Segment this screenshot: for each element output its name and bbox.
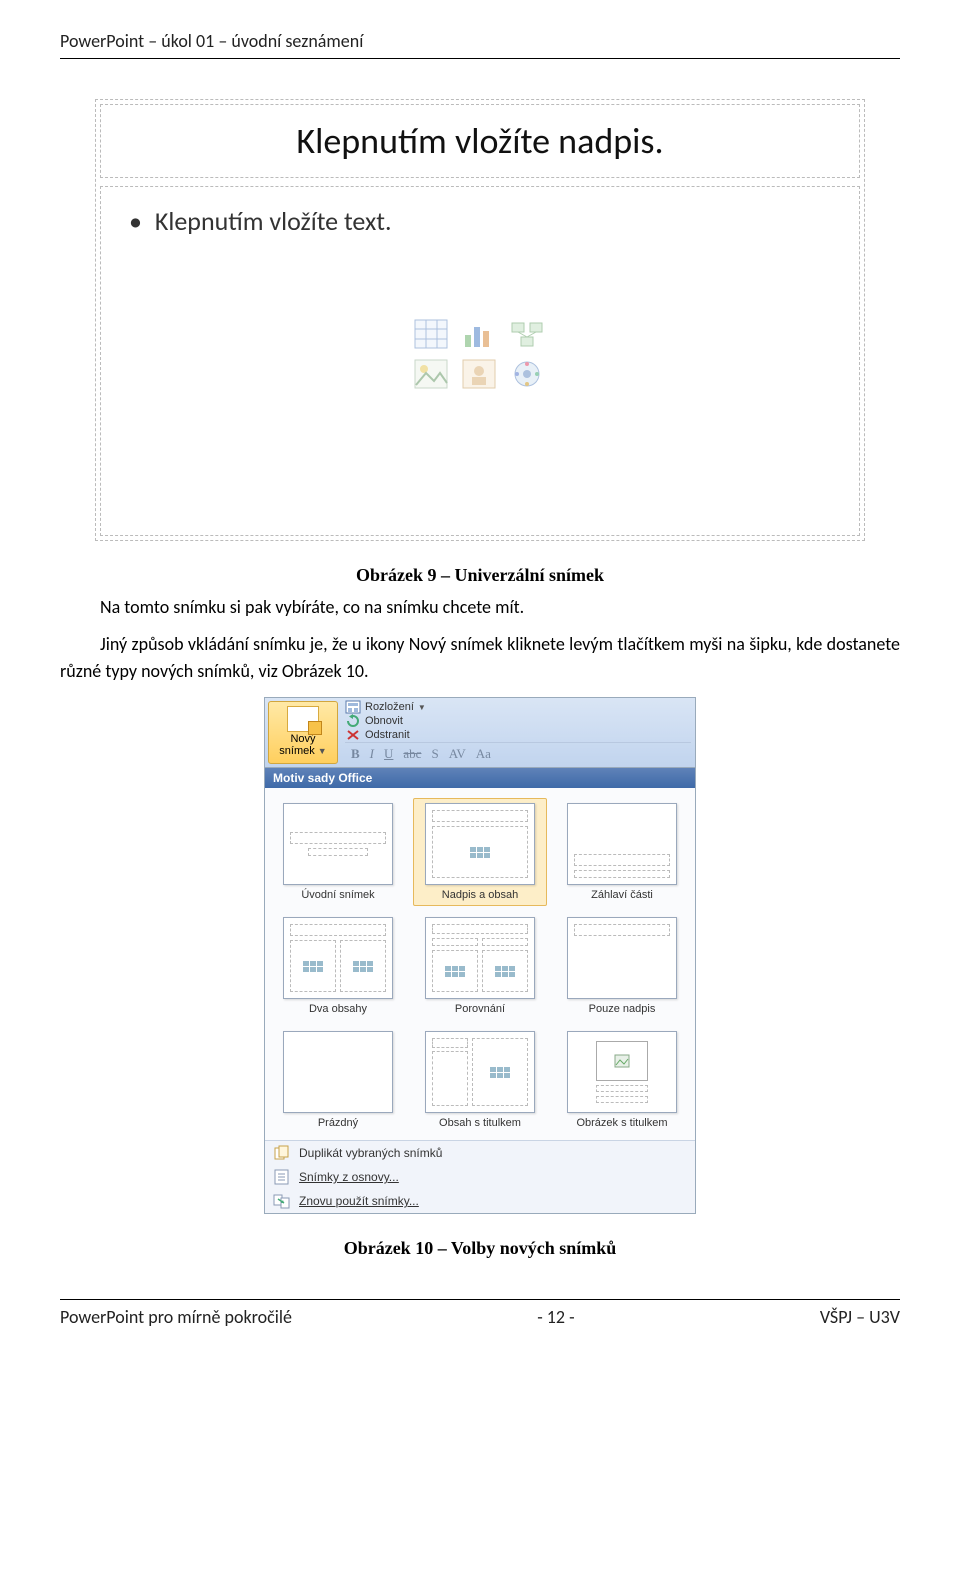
figure-9-slide: Klepnutím vložíte nadpis. • Klepnutím vl… <box>95 99 865 541</box>
italic-button[interactable]: I <box>370 746 374 762</box>
new-slide-icon <box>287 706 319 732</box>
chevron-down-icon: ▼ <box>418 703 426 712</box>
slides-from-outline-label: Snímky z osnovy... <box>299 1170 399 1184</box>
content-placeholder-icons <box>410 317 550 391</box>
page-header: PowerPoint – úkol 01 – úvodní seznámení <box>60 30 900 59</box>
layout-label: Záhlaví části <box>558 889 686 901</box>
insert-smartart-icon[interactable] <box>506 317 548 351</box>
layout-option-title-content[interactable]: Nadpis a obsah <box>413 798 547 906</box>
layout-option-comparison[interactable]: Porovnání <box>413 912 547 1020</box>
reuse-slides-menuitem[interactable]: Znovu použít snímky... <box>265 1189 695 1213</box>
layout-option-title-only[interactable]: Pouze nadpis <box>555 912 689 1020</box>
duplicate-slides-label: Duplikát vybraných snímků <box>299 1146 442 1160</box>
insert-table-icon[interactable] <box>410 317 452 351</box>
reset-icon <box>345 714 361 728</box>
delete-button-label: Odstranit <box>365 729 410 741</box>
layout-option-picture-caption[interactable]: Obrázek s titulkem <box>555 1026 689 1134</box>
layout-option-two-content[interactable]: Dva obsahy <box>271 912 405 1020</box>
layout-option-blank[interactable]: Prázdný <box>271 1026 405 1134</box>
layout-icon <box>345 700 361 714</box>
layout-label: Porovnání <box>416 1003 544 1015</box>
body-paragraph-2: Jiný způsob vkládání snímku je, že u iko… <box>60 631 900 685</box>
layout-label: Prázdný <box>274 1117 402 1129</box>
layout-label: Pouze nadpis <box>558 1003 686 1015</box>
new-slide-button[interactable]: Nový snímek ▼ <box>268 701 338 764</box>
slide-title-placeholder[interactable]: Klepnutím vložíte nadpis. <box>100 104 860 178</box>
layout-option-title-slide[interactable]: Úvodní snímek <box>271 798 405 906</box>
figure-10-gallery: Nový snímek ▼ Rozložení ▼ Obnovit <box>264 697 696 1214</box>
duplicate-slides-menuitem[interactable]: Duplikát vybraných snímků <box>265 1141 695 1165</box>
layout-option-content-caption[interactable]: Obsah s titulkem <box>413 1026 547 1134</box>
bold-button[interactable]: B <box>351 746 360 762</box>
new-slide-label-1: Nový <box>275 733 331 745</box>
layout-label: Nadpis a obsah <box>416 889 544 901</box>
bullet-icon: • <box>129 205 139 237</box>
change-case-button[interactable]: Aa <box>476 746 491 762</box>
gallery-section-header: Motiv sady Office <box>265 768 695 788</box>
underline-button[interactable]: U <box>384 746 393 762</box>
duplicate-icon <box>273 1145 291 1161</box>
layout-label: Obrázek s titulkem <box>558 1117 686 1129</box>
slide-body-placeholder-text: Klepnutím vložíte text. <box>155 205 392 237</box>
slide-body-placeholder[interactable]: • Klepnutím vložíte text. <box>100 186 860 536</box>
layout-button[interactable]: Rozložení ▼ <box>345 700 691 714</box>
font-format-bar: B I U abc S AV Aa <box>345 742 691 765</box>
outline-icon <box>273 1169 291 1185</box>
reuse-slides-label: Znovu použít snímky... <box>299 1194 419 1208</box>
footer-right: VŠPJ – U3V <box>820 1306 900 1328</box>
insert-clipart-icon[interactable] <box>458 357 500 391</box>
layout-label: Úvodní snímek <box>274 889 402 901</box>
delete-icon <box>345 728 361 742</box>
new-slide-label-2: snímek ▼ <box>275 745 331 757</box>
shadow-button[interactable]: S <box>431 746 438 762</box>
layout-label: Dva obsahy <box>274 1003 402 1015</box>
reuse-icon <box>273 1193 291 1209</box>
body-paragraph-1: Na tomto snímku si pak vybíráte, co na s… <box>60 594 900 621</box>
slide-title-placeholder-text: Klepnutím vložíte nadpis. <box>296 119 663 163</box>
insert-media-icon[interactable] <box>506 357 548 391</box>
footer-left: PowerPoint pro mírně pokročilé <box>60 1306 292 1328</box>
char-spacing-button[interactable]: AV <box>449 746 466 762</box>
slides-from-outline-menuitem[interactable]: Snímky z osnovy... <box>265 1165 695 1189</box>
layout-option-section-header[interactable]: Záhlaví části <box>555 798 689 906</box>
figure-9-caption: Obrázek 9 – Univerzální snímek <box>60 565 900 586</box>
insert-chart-icon[interactable] <box>458 317 500 351</box>
delete-button[interactable]: Odstranit <box>345 728 691 742</box>
dropdown-arrow-icon: ▼ <box>318 746 327 756</box>
ribbon-top: Nový snímek ▼ Rozložení ▼ Obnovit <box>265 698 695 768</box>
layout-label: Obsah s titulkem <box>416 1117 544 1129</box>
insert-picture-icon[interactable] <box>410 357 452 391</box>
footer-page-number: - 12 - <box>537 1306 574 1328</box>
slide-body-bullet: • Klepnutím vložíte text. <box>129 205 831 237</box>
page-footer: PowerPoint pro mírně pokročilé - 12 - VŠ… <box>60 1299 900 1328</box>
reset-button-label: Obnovit <box>365 715 403 727</box>
gallery-footer: Duplikát vybraných snímků Snímky z osnov… <box>265 1140 695 1213</box>
strike-button[interactable]: abc <box>403 746 421 762</box>
figure-10-caption: Obrázek 10 – Volby nových snímků <box>60 1238 900 1259</box>
reset-button[interactable]: Obnovit <box>345 714 691 728</box>
layout-button-label: Rozložení <box>365 701 414 713</box>
